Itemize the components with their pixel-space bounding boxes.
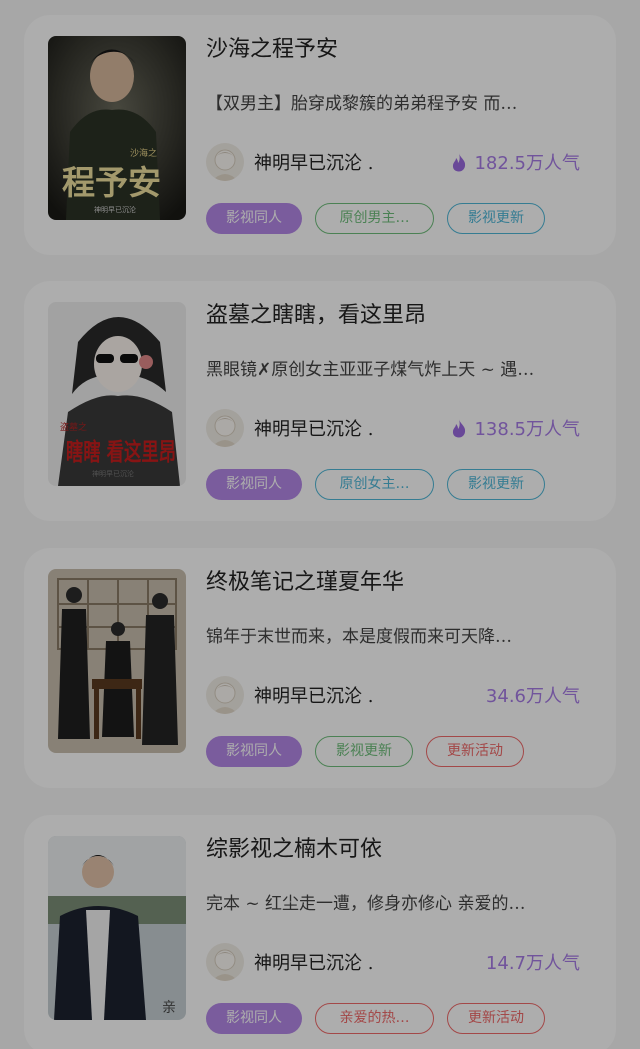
book-title[interactable]: 综影视之楠木可依 bbox=[206, 835, 596, 865]
popularity-count: 138.5万人气 bbox=[474, 419, 580, 440]
book-cover[interactable] bbox=[48, 569, 186, 753]
author-avatar[interactable] bbox=[206, 143, 244, 181]
book-description: 完本 ~ 红尘走一遭，修身亦修心 亲爱的… bbox=[206, 894, 526, 914]
tag-chip[interactable]: 影视同人 bbox=[206, 1003, 302, 1034]
tag-row: 影视同人 影视更新 更新活动 bbox=[206, 736, 524, 768]
author-row: 神明早已沉沦 . 182.5万人气 bbox=[206, 143, 598, 183]
author-avatar[interactable] bbox=[206, 676, 244, 714]
tag-chip[interactable]: 亲爱的热… bbox=[315, 1003, 434, 1034]
author-name[interactable]: 神明早已沉沦 . bbox=[254, 949, 373, 975]
cover-author: 神明早已沉沦 bbox=[92, 469, 134, 478]
tag-chip[interactable]: 更新活动 bbox=[426, 736, 524, 767]
tag-row: 影视同人 亲爱的热… 更新活动 bbox=[206, 1003, 545, 1035]
tag-chip[interactable]: 影视更新 bbox=[447, 203, 545, 234]
author-avatar[interactable] bbox=[206, 409, 244, 447]
cover-title: 瞎瞎 看这里昂 bbox=[66, 437, 176, 466]
tag-chip[interactable]: 影视同人 bbox=[206, 736, 302, 767]
book-cover[interactable]: 盗墓之 瞎瞎 看这里昂 神明早已沉沦 bbox=[48, 302, 186, 486]
tag-chip[interactable]: 原创男主… bbox=[315, 203, 434, 234]
tag-row: 影视同人 原创男主… 影视更新 bbox=[206, 203, 545, 235]
tag-chip[interactable]: 影视更新 bbox=[315, 736, 413, 767]
popularity: 34.6万人气 bbox=[486, 682, 580, 708]
book-card[interactable]: 终极笔记之瑾夏年华 锦年于末世而来，本是度假而来可天降… 神明早已沉沦 . 34… bbox=[24, 548, 616, 788]
popularity: 14.7万人气 bbox=[486, 949, 580, 975]
cover-author: 神明早已沉沦 bbox=[94, 205, 136, 214]
book-card[interactable]: 沙海之 程予安 神明早已沉沦 沙海之程予安 【双男主】胎穿成黎簇的弟弟程予安 而… bbox=[24, 15, 616, 255]
cover-corner-text: 亲 bbox=[162, 1000, 176, 1016]
tag-row: 影视同人 原创女主… 影视更新 bbox=[206, 469, 545, 501]
author-name[interactable]: 神明早已沉沦 . bbox=[254, 415, 373, 441]
author-row: 神明早已沉沦 . 14.7万人气 bbox=[206, 943, 598, 983]
book-title[interactable]: 盗墓之瞎瞎，看这里昂 bbox=[206, 301, 596, 331]
tag-chip[interactable]: 更新活动 bbox=[447, 1003, 545, 1034]
popularity-count: 14.7万人气 bbox=[485, 953, 580, 974]
cover-title: 程予安 bbox=[62, 163, 161, 202]
book-title[interactable]: 沙海之程予安 bbox=[206, 35, 596, 65]
fire-icon bbox=[453, 153, 466, 172]
author-avatar[interactable] bbox=[206, 943, 244, 981]
book-card[interactable]: 亲 综影视之楠木可依 完本 ~ 红尘走一遭，修身亦修心 亲爱的… 神明早已沉沦 … bbox=[24, 815, 616, 1049]
author-row: 神明早已沉沦 . 34.6万人气 bbox=[206, 676, 598, 716]
popularity-count: 182.5万人气 bbox=[474, 153, 580, 174]
tag-chip[interactable]: 影视更新 bbox=[447, 469, 545, 500]
book-cover[interactable]: 沙海之 程予安 神明早已沉沦 bbox=[48, 36, 186, 220]
book-card[interactable]: 盗墓之 瞎瞎 看这里昂 神明早已沉沦 盗墓之瞎瞎，看这里昂 黑眼镜✗原创女主亚亚… bbox=[24, 281, 616, 521]
fire-icon bbox=[453, 419, 466, 438]
popularity-count: 34.6万人气 bbox=[485, 686, 580, 707]
cover-series: 沙海之 bbox=[130, 147, 157, 159]
tag-chip[interactable]: 影视同人 bbox=[206, 469, 302, 500]
book-description: 锦年于末世而来，本是度假而来可天降… bbox=[206, 627, 512, 647]
book-list: 沙海之 程予安 神明早已沉沦 沙海之程予安 【双男主】胎穿成黎簇的弟弟程予安 而… bbox=[0, 0, 640, 1049]
cover-series: 盗墓之 bbox=[60, 421, 87, 433]
tag-chip[interactable]: 影视同人 bbox=[206, 203, 302, 234]
author-row: 神明早已沉沦 . 138.5万人气 bbox=[206, 409, 598, 449]
tag-chip[interactable]: 原创女主… bbox=[315, 469, 434, 500]
popularity: 138.5万人气 bbox=[450, 415, 580, 441]
author-name[interactable]: 神明早已沉沦 . bbox=[254, 149, 373, 175]
book-cover[interactable]: 亲 bbox=[48, 836, 186, 1020]
author-name[interactable]: 神明早已沉沦 . bbox=[254, 682, 373, 708]
book-description: 黑眼镜✗原创女主亚亚子煤气炸上天 ~ 遇… bbox=[206, 360, 535, 380]
book-description: 【双男主】胎穿成黎簇的弟弟程予安 而… bbox=[206, 94, 518, 114]
popularity: 182.5万人气 bbox=[450, 149, 580, 175]
book-title[interactable]: 终极笔记之瑾夏年华 bbox=[206, 568, 596, 598]
